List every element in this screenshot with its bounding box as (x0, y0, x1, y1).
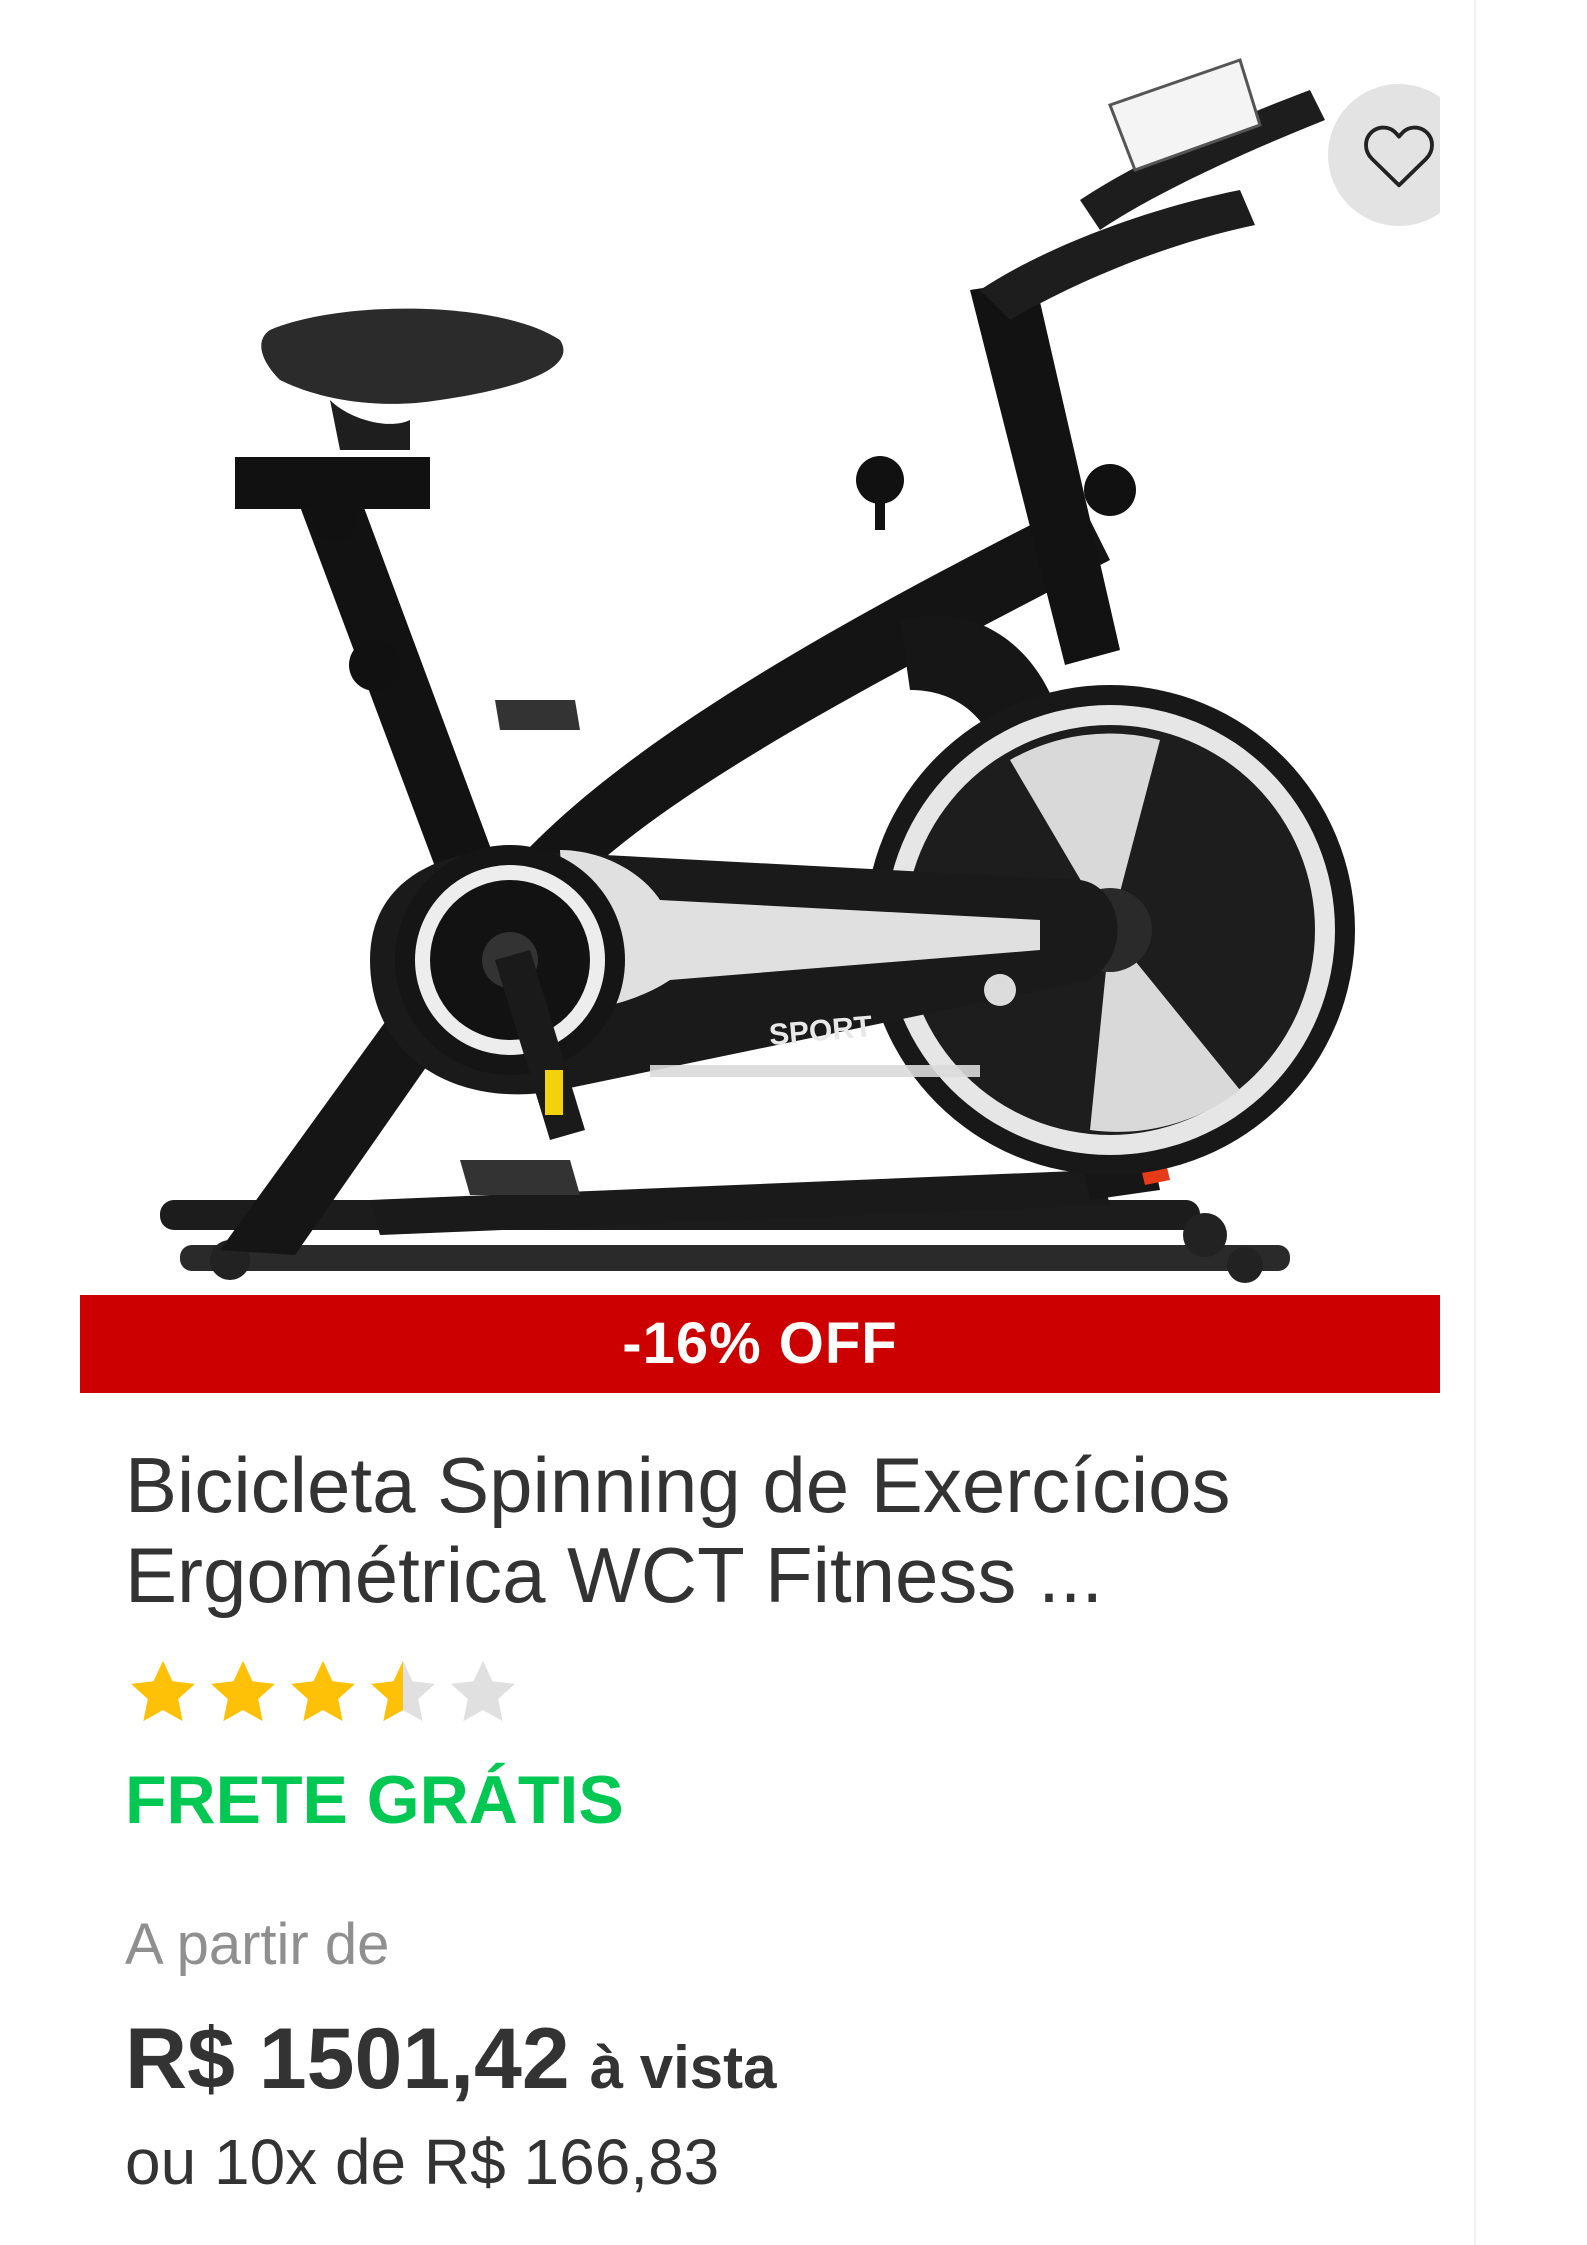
discount-badge: -16% OFF (80, 1295, 1440, 1393)
installments-text: ou 10x de R$ 166,83 (125, 2126, 720, 2198)
price-row: R$ 1501,42 à vista (125, 2010, 777, 2109)
exercise-bike-image: SPORT (160, 58, 1355, 1283)
star-empty-icon (451, 1660, 515, 1722)
product-title-line-1: Bicicleta Spinning de Exercícios (125, 1441, 1231, 1529)
star-icon (131, 1660, 195, 1722)
price-value: R$ 1501,42 (125, 2011, 570, 2107)
heart-icon (1364, 125, 1434, 188)
free-shipping-label: FRETE GRÁTIS (125, 1762, 624, 1838)
product-image-area[interactable]: SPORT (80, 0, 1440, 1295)
product-card[interactable]: SPORT -16% OFF Bicicleta Spinning de Exe… (0, 0, 1476, 2245)
price-cash-label: à vista (589, 2034, 777, 2101)
product-title-line-2: Ergométrica WCT Fitness ... (125, 1531, 1104, 1619)
price-prefix: A partir de (125, 1912, 390, 1977)
star-icon (291, 1660, 355, 1722)
star-half-icon (371, 1660, 435, 1722)
product-title[interactable]: Bicicleta Spinning de Exercícios Ergomét… (125, 1440, 1355, 1620)
star-rating (125, 1655, 521, 1735)
star-icon (211, 1660, 275, 1722)
